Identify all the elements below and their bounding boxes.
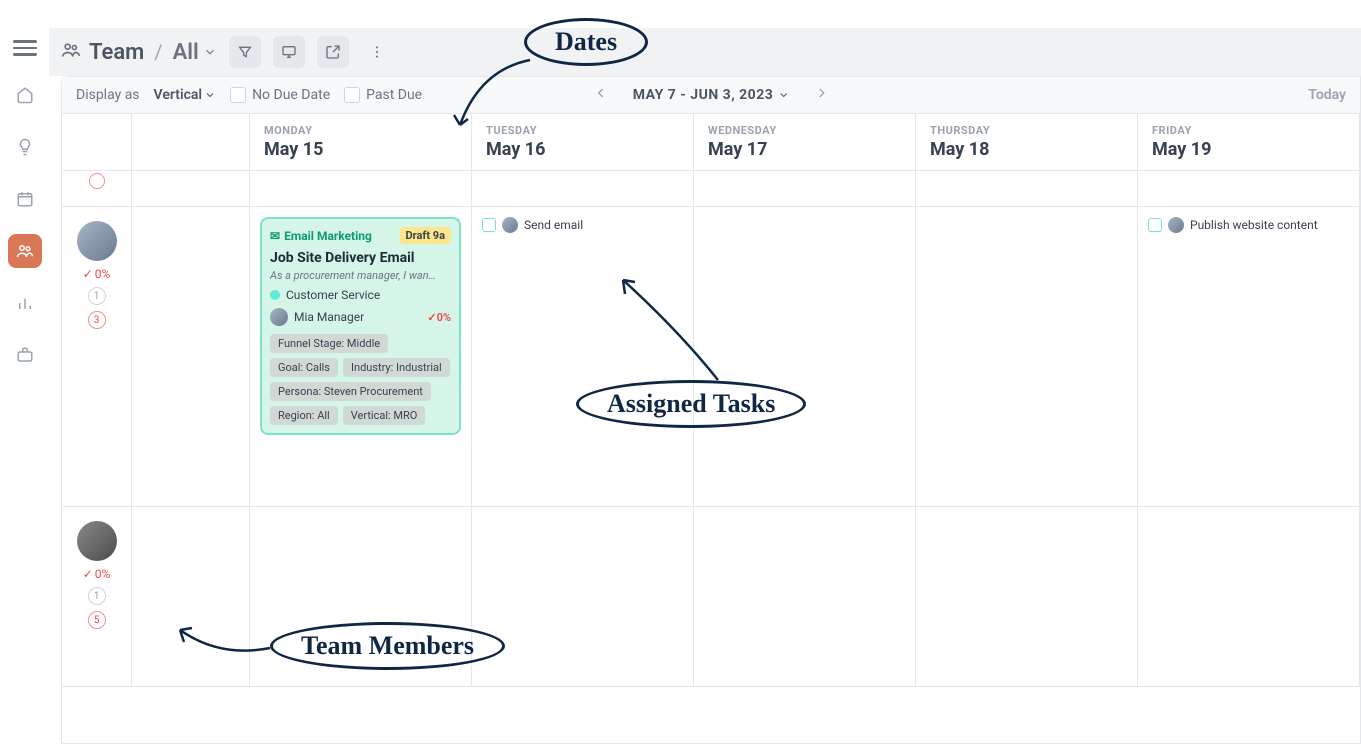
analytics-icon[interactable] bbox=[8, 286, 42, 320]
team-icon[interactable] bbox=[8, 234, 42, 268]
member-badge-1: 1 bbox=[88, 287, 106, 305]
member-avatar[interactable] bbox=[77, 221, 117, 261]
display-as-label: Display as bbox=[76, 87, 140, 103]
filter-button[interactable] bbox=[229, 36, 261, 68]
annotation-arrow bbox=[608, 270, 748, 390]
calendar-header: MONDAYMay 15 TUESDAYMay 16 WEDNESDAYMay … bbox=[62, 114, 1360, 171]
task-card[interactable]: ✉ Email Marketing Draft 9a Job Site Deli… bbox=[260, 217, 461, 435]
prev-member-row bbox=[62, 171, 1360, 207]
card-title: Job Site Delivery Email bbox=[270, 250, 451, 266]
topbar: Team / All bbox=[49, 28, 1361, 76]
next-week-button[interactable] bbox=[809, 81, 833, 109]
no-due-date-checkbox[interactable]: No Due Date bbox=[230, 87, 330, 103]
past-due-checkbox[interactable]: Past Due bbox=[344, 87, 422, 103]
home-icon[interactable] bbox=[8, 78, 42, 112]
left-rail bbox=[0, 28, 49, 744]
day-col-wed: WEDNESDAYMay 17 bbox=[694, 114, 916, 170]
calendar-icon[interactable] bbox=[8, 182, 42, 216]
day-col-fri: FRIDAYMay 19 bbox=[1138, 114, 1360, 170]
tag: Persona: Steven Procurement bbox=[270, 382, 431, 401]
card-status: Draft 9a bbox=[400, 227, 451, 244]
card-progress: ✓0% bbox=[427, 311, 451, 324]
assignee-avatar bbox=[270, 308, 288, 326]
breadcrumb-all[interactable]: All bbox=[173, 40, 217, 65]
member-badge-2: 5 bbox=[88, 611, 106, 629]
day-col-thu: THURSDAYMay 18 bbox=[916, 114, 1138, 170]
task-publish[interactable]: Publish website content bbox=[1148, 217, 1349, 233]
collapse-icon[interactable] bbox=[89, 173, 105, 189]
member-badge-1: 1 bbox=[88, 587, 106, 605]
tag: Vertical: MRO bbox=[343, 406, 426, 425]
tag: Funnel Stage: Middle bbox=[270, 334, 388, 353]
page-title: Team bbox=[89, 40, 144, 65]
briefcase-icon[interactable] bbox=[8, 338, 42, 372]
card-service: Customer Service bbox=[286, 288, 380, 302]
card-tags: Funnel Stage: Middle Goal: Calls Industr… bbox=[270, 334, 451, 425]
card-desc: As a procurement manager, I wan… bbox=[270, 269, 451, 282]
lightbulb-icon[interactable] bbox=[8, 130, 42, 164]
member-avatar[interactable] bbox=[77, 521, 117, 561]
card-category: ✉ Email Marketing bbox=[270, 229, 372, 243]
more-button[interactable] bbox=[361, 36, 393, 68]
share-button[interactable] bbox=[317, 36, 349, 68]
date-range-select[interactable]: MAY 7 - JUN 3, 2023 bbox=[633, 87, 790, 103]
card-assignee: Mia Manager bbox=[294, 310, 364, 324]
screen-button[interactable] bbox=[273, 36, 305, 68]
member-progress: ✓0% bbox=[83, 267, 111, 281]
display-mode-select[interactable]: Vertical bbox=[154, 87, 217, 103]
member-progress: ✓0% bbox=[83, 567, 111, 581]
today-button[interactable]: Today bbox=[1308, 87, 1346, 103]
prev-week-button[interactable] bbox=[589, 81, 613, 109]
tag: Goal: Calls bbox=[270, 358, 338, 377]
hamburger-icon[interactable] bbox=[13, 36, 37, 60]
tag: Region: All bbox=[270, 406, 338, 425]
settings-bar: Display as Vertical No Due Date Past Due… bbox=[62, 77, 1360, 114]
tag: Industry: Industrial bbox=[343, 358, 450, 377]
breadcrumb-sep: / bbox=[154, 40, 162, 64]
member-badge-2: 3 bbox=[88, 311, 106, 329]
team-small-icon bbox=[61, 40, 81, 64]
task-send-email[interactable]: Send email bbox=[482, 217, 683, 233]
annotation-arrow bbox=[430, 50, 540, 140]
annotation-arrow bbox=[170, 618, 280, 668]
